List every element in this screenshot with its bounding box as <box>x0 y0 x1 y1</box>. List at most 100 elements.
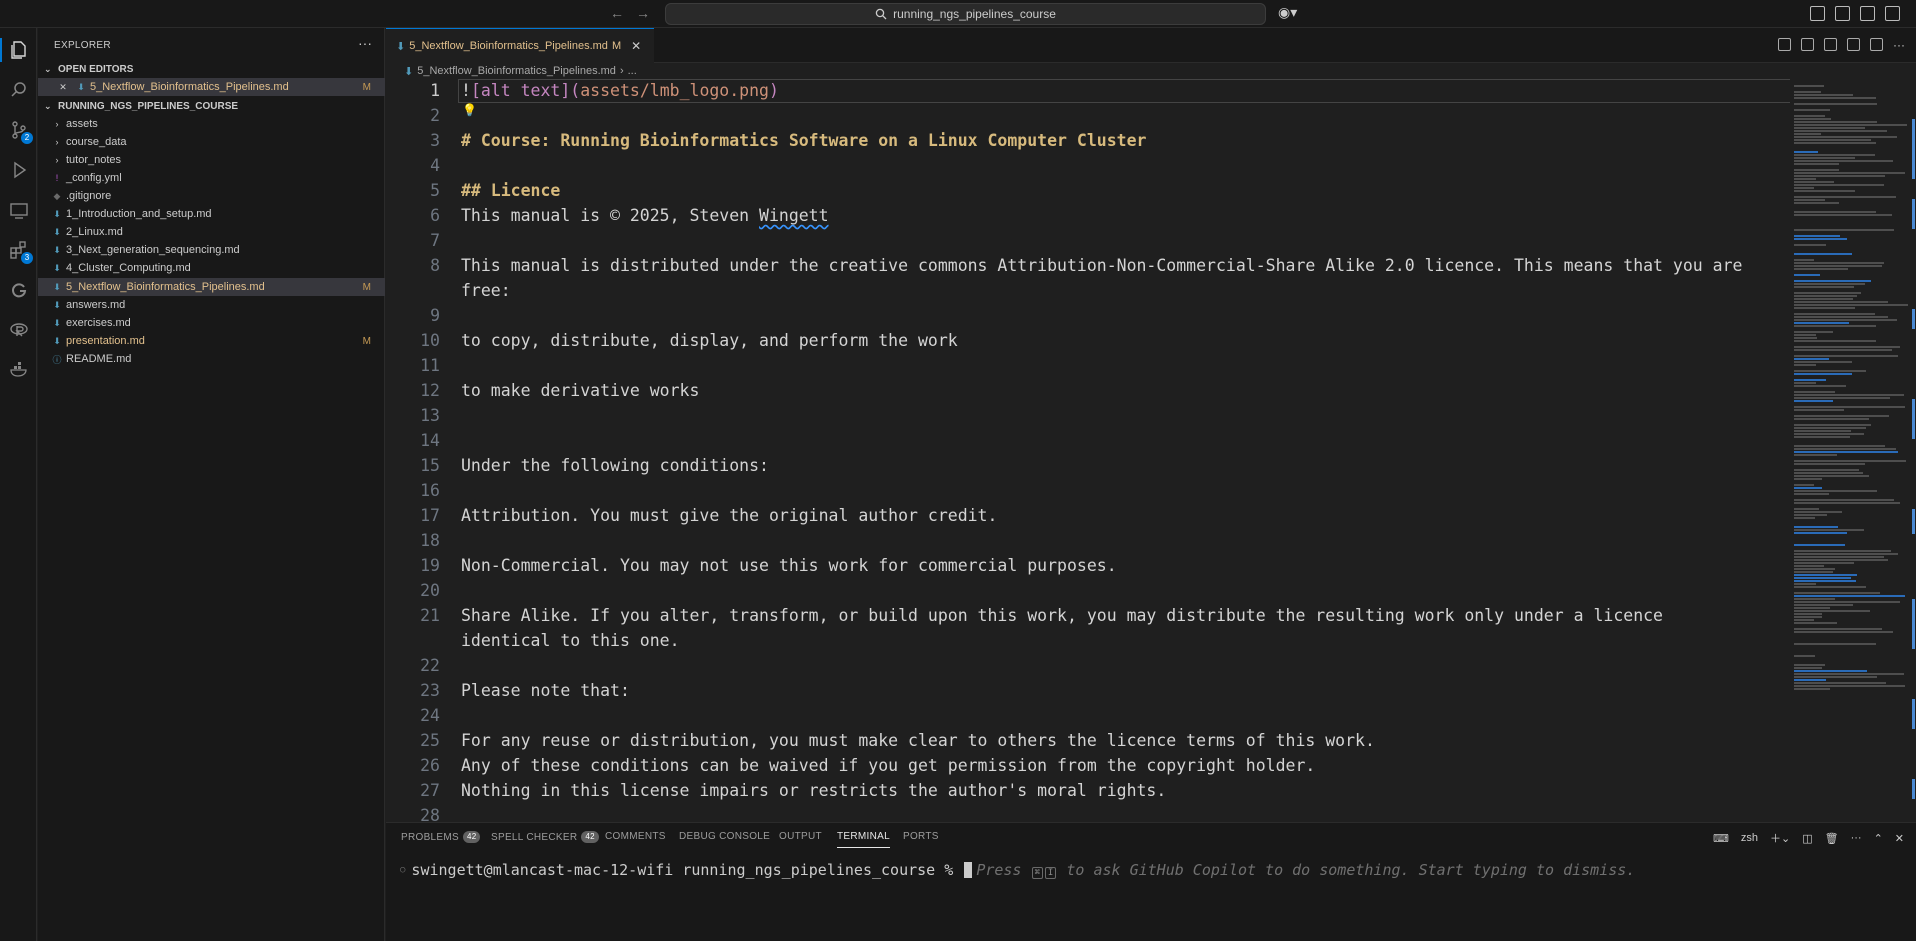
minimap-line <box>1794 103 1877 105</box>
back-arrow-icon[interactable]: ← <box>610 5 624 21</box>
code-line: Please note that: <box>461 681 630 700</box>
tree-file-answers[interactable]: ⬇ answers.md <box>38 296 385 314</box>
lightbulb-icon[interactable]: 💡 <box>462 103 477 117</box>
tree-file-linux[interactable]: ⬇ 2_Linux.md <box>38 223 385 241</box>
tree-file-readme[interactable]: ⓘ README.md <box>38 350 385 368</box>
minimap-line <box>1794 460 1906 462</box>
tree-folder-course-data[interactable]: › course_data <box>38 133 385 151</box>
tree-file-config[interactable]: ! _config.yml <box>38 169 385 187</box>
minimap-line <box>1794 229 1894 231</box>
code-line: Nothing in this license impairs or restr… <box>461 781 1167 800</box>
terminal-input-line[interactable]: ○ swingett@mlancast-mac-12-wifi running_… <box>400 861 1635 879</box>
minimap-line <box>1794 610 1870 612</box>
maximize-panel-icon[interactable]: ⌃ <box>1874 832 1883 845</box>
minimap-line <box>1794 619 1814 621</box>
more-actions-icon[interactable]: ··· <box>1851 832 1862 844</box>
tree-file-ngs[interactable]: ⬇ 3_Next_generation_sequencing.md <box>38 241 385 259</box>
command-center-search[interactable]: running_ngs_pipelines_course <box>665 3 1266 25</box>
tab-terminal[interactable]: TERMINAL <box>837 831 890 848</box>
trash-icon[interactable]: 🗑 <box>1825 832 1839 845</box>
shell-name[interactable]: zsh <box>1741 832 1758 844</box>
minimap-line <box>1794 430 1851 432</box>
tab-spell-checker[interactable]: SPELL CHECKER 42 <box>491 831 599 843</box>
docker-icon[interactable] <box>7 358 31 382</box>
tree-folder-assets[interactable]: › assets <box>38 115 385 133</box>
git-changes-icon[interactable] <box>1847 38 1860 51</box>
explorer-icon[interactable] <box>0 38 31 62</box>
tab-problems[interactable]: PROBLEMS 42 <box>401 831 481 843</box>
project-header[interactable]: ⌄ RUNNING_NGS_PIPELINES_COURSE <box>38 97 385 115</box>
minimap-line <box>1794 631 1893 633</box>
new-terminal-icon[interactable]: ＋⌄ <box>1770 830 1790 846</box>
tab-ports[interactable]: PORTS <box>903 831 939 842</box>
editor-scrollbar[interactable] <box>1911 79 1916 822</box>
markdown-file-icon: ⬇ <box>77 81 85 92</box>
explorer-sidebar: EXPLORER ··· ⌄ OPEN EDITORS ✕ ⬇ 5_Nextfl… <box>38 28 385 941</box>
copilot-icon[interactable]: ◉▾ <box>1278 4 1297 21</box>
minimap-line <box>1794 109 1830 111</box>
tab-comments[interactable]: COMMENTS <box>605 831 666 842</box>
search-icon[interactable] <box>7 78 31 102</box>
open-editor-item[interactable]: ✕ ⬇ 5_Nextflow_Bioinformatics_Pipelines.… <box>38 78 385 96</box>
line-number: 14 <box>420 431 440 450</box>
markdown-file-icon: ⬇ <box>53 335 61 346</box>
github-icon[interactable] <box>7 278 31 302</box>
toggle-sidebar-icon[interactable] <box>1835 6 1850 21</box>
title-bar: ← → running_ngs_pipelines_course ◉▾ <box>0 0 1916 28</box>
minimap-line <box>1794 598 1835 600</box>
scrollbar-marker <box>1912 309 1915 329</box>
minimap-line <box>1794 85 1824 87</box>
code-editor[interactable]: 💡 1 ![alt text](assets/lmb_logo.png) 2 3… <box>386 79 1916 822</box>
toggle-panel-icon[interactable] <box>1860 6 1875 21</box>
line-number: 17 <box>420 506 440 525</box>
source-control-icon[interactable]: 2 <box>7 118 33 144</box>
code-line-heading: # Course: Running Bioinformatics Softwar… <box>461 131 1147 150</box>
minimap-line <box>1794 274 1820 276</box>
minimap-line <box>1794 298 1853 300</box>
line-number: 2 <box>430 106 440 125</box>
minimap-line <box>1794 175 1885 177</box>
minimap-line <box>1794 595 1905 597</box>
line-number: 6 <box>430 206 440 225</box>
open-editors-header[interactable]: ⌄ OPEN EDITORS <box>38 60 385 78</box>
close-icon[interactable]: ✕ <box>58 82 68 93</box>
tree-file-intro[interactable]: ⬇ 1_Introduction_and_setup.md <box>38 205 385 223</box>
run-debug-icon[interactable] <box>7 158 31 182</box>
minimap-line <box>1794 334 1816 336</box>
tree-file-gitignore[interactable]: ◆ .gitignore <box>38 187 385 205</box>
minimap-line <box>1794 172 1905 174</box>
tree-file-cluster[interactable]: ⬇ 4_Cluster_Computing.md <box>38 259 385 277</box>
edit-icon[interactable] <box>1801 38 1814 51</box>
minimap-line <box>1794 436 1850 438</box>
toggle-secondary-sidebar-icon[interactable] <box>1885 6 1900 21</box>
forward-arrow-icon[interactable]: → <box>636 5 650 21</box>
open-preview-icon[interactable] <box>1778 38 1791 51</box>
more-actions-icon[interactable]: ··· <box>358 35 372 51</box>
search-text: running_ngs_pipelines_course <box>893 7 1056 21</box>
customize-layout-icon[interactable] <box>1810 6 1825 21</box>
minimap-line <box>1794 448 1896 450</box>
remote-explorer-icon[interactable] <box>7 198 31 222</box>
breadcrumb-more[interactable]: ... <box>628 65 637 77</box>
close-panel-icon[interactable]: ✕ <box>1895 832 1904 845</box>
split-editor-icon[interactable] <box>1870 38 1883 51</box>
more-actions-icon[interactable]: ··· <box>1893 38 1906 52</box>
tab-nextflow[interactable]: ⬇ 5_Nextflow_Bioinformatics_Pipelines.md… <box>386 28 654 63</box>
tree-file-nextflow[interactable]: ⬇ 5_Nextflow_Bioinformatics_Pipelines.md… <box>38 278 385 296</box>
close-icon[interactable]: ✕ <box>631 39 641 53</box>
tree-folder-tutor-notes[interactable]: › tutor_notes <box>38 151 385 169</box>
line-number: 5 <box>430 181 440 200</box>
minimap[interactable] <box>1790 79 1910 822</box>
tree-file-presentation[interactable]: ⬇ presentation.md M <box>38 332 385 350</box>
breadcrumb-file[interactable]: 5_Nextflow_Bioinformatics_Pipelines.md <box>417 65 616 77</box>
extensions-icon[interactable]: 3 <box>7 238 33 264</box>
split-terminal-icon[interactable]: ◫ <box>1802 832 1812 845</box>
r-language-icon[interactable] <box>7 318 31 342</box>
tab-debug-console[interactable]: DEBUG CONSOLE <box>679 831 770 842</box>
tree-file-exercises[interactable]: ⬇ exercises.md <box>38 314 385 332</box>
spell-checker-badge: 42 <box>581 831 599 843</box>
minimap-line <box>1794 115 1825 117</box>
compare-icon[interactable] <box>1824 38 1837 51</box>
tab-output[interactable]: OUTPUT <box>779 831 822 842</box>
minimap-line <box>1794 406 1905 408</box>
